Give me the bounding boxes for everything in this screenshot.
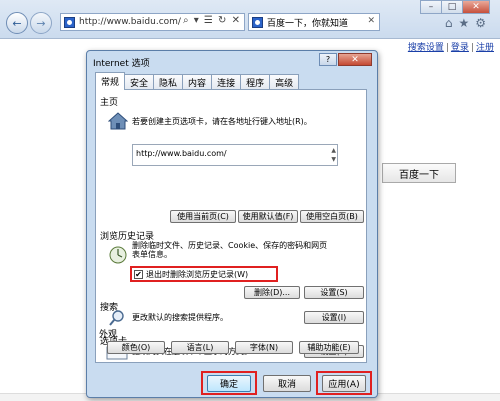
home-page-textbox[interactable]: http://www.baidu.com/ ▲ ▼ [132, 144, 338, 166]
register-link[interactable]: 注册 [476, 43, 494, 53]
delete-on-exit-checkbox[interactable]: ✔ [134, 270, 143, 279]
address-tools-icon[interactable]: ⌕ ▾ ☰ ↻ ✕ [183, 15, 241, 26]
browser-tab[interactable]: 百度一下，你就知道 ✕ [248, 13, 380, 31]
delete-on-exit-option[interactable]: ✔ 退出时删除浏览历史记录(W) [134, 269, 248, 280]
forward-button[interactable]: → [30, 12, 52, 34]
cancel-button[interactable]: 取消 [263, 375, 311, 392]
tab-content[interactable]: 内容 [182, 74, 213, 90]
house-icon [108, 112, 128, 130]
home-page-url[interactable]: http://www.baidu.com/ [136, 149, 227, 158]
dialog-close-button[interactable]: ✕ [338, 53, 372, 66]
search-settings-link[interactable]: 搜索设置 [408, 43, 444, 53]
checkmark-icon: ✔ [135, 270, 142, 279]
general-panel: 主页 若要创建主页选项卡，请在各地址行键入地址(R)。 http://www.b… [95, 89, 367, 363]
colors-button[interactable]: 颜色(O) [107, 341, 165, 354]
tab-favicon-icon [252, 16, 263, 28]
appearance-section-label: 外观 [99, 330, 118, 340]
search-settings-button[interactable]: 设置(I) [304, 311, 364, 324]
link-separator: | [470, 43, 474, 53]
back-button[interactable]: ← [6, 12, 28, 34]
fonts-button[interactable]: 字体(N) [235, 341, 293, 354]
help-button[interactable]: ? [319, 53, 337, 66]
delete-history-button[interactable]: 删除(D)... [244, 286, 300, 299]
history-description-2: 表单信息。 [132, 250, 172, 259]
accessibility-button[interactable]: 辅助功能(E) [299, 341, 359, 354]
minimize-button[interactable]: – [420, 0, 442, 14]
dialog-title: Internet 选项 [93, 59, 150, 69]
scroll-arrows-icon[interactable]: ▲ ▼ [331, 146, 336, 164]
tab-privacy[interactable]: 隐私 [153, 74, 184, 90]
search-description: 更改默认的搜索提供程序。 [132, 313, 228, 322]
delete-on-exit-label[interactable]: 退出时删除浏览历史记录(W) [146, 269, 248, 280]
address-bar[interactable]: http://www.baidu.com/ ⌕ ▾ ☰ ↻ ✕ [60, 13, 245, 31]
back-arrow-icon: ← [12, 16, 22, 30]
tab-close-icon[interactable]: ✕ [367, 16, 375, 26]
top-links: 搜索设置 | 登录 | 注册 [408, 40, 494, 53]
history-clock-icon [109, 246, 127, 264]
tab-advanced[interactable]: 高级 [269, 74, 300, 90]
window-close-button[interactable]: ✕ [462, 0, 490, 14]
dialog-tabs: 常规 安全 隐私 内容 连接 程序 高级 [95, 72, 300, 90]
baidu-favicon-icon [64, 16, 75, 28]
home-description: 若要创建主页选项卡，请在各地址行键入地址(R)。 [132, 117, 312, 126]
login-link[interactable]: 登录 [451, 43, 469, 53]
use-current-button[interactable]: 使用当前页(C) [170, 210, 236, 223]
tab-general[interactable]: 常规 [95, 72, 126, 90]
magnifier-icon [109, 310, 124, 326]
use-blank-button[interactable]: 使用空白页(B) [300, 210, 364, 223]
use-default-button[interactable]: 使用默认值(F) [238, 210, 298, 223]
address-url[interactable]: http://www.baidu.com/ [79, 17, 181, 27]
tab-title: 百度一下，你就知道 [267, 18, 349, 29]
languages-button[interactable]: 语言(L) [171, 341, 229, 354]
maximize-button[interactable]: □ [441, 0, 463, 14]
browser-chrome: ← → http://www.baidu.com/ ⌕ ▾ ☰ ↻ ✕ 百度一下… [0, 0, 500, 39]
baidu-search-button[interactable]: 百度一下 [382, 163, 456, 183]
link-separator: | [445, 43, 449, 53]
forward-arrow-icon: → [36, 16, 46, 30]
home-favorites-tools-icon[interactable]: ⌂★⚙ [445, 16, 492, 30]
tab-security[interactable]: 安全 [124, 74, 155, 90]
apply-button[interactable]: 应用(A) [322, 375, 366, 392]
home-section-label: 主页 [100, 98, 119, 108]
ok-button[interactable]: 确定 [207, 375, 251, 392]
tab-connections[interactable]: 连接 [211, 74, 242, 90]
internet-options-dialog: Internet 选项 ? ✕ 常规 安全 隐私 内容 连接 程序 高级 主页 … [86, 50, 378, 398]
history-settings-button[interactable]: 设置(S) [304, 286, 364, 299]
tab-programs[interactable]: 程序 [240, 74, 271, 90]
